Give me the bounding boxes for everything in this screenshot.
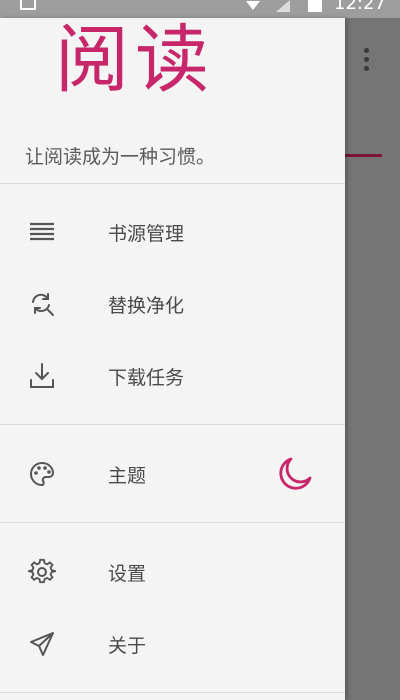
menu-item-about[interactable]: 关于 xyxy=(0,612,345,676)
list-icon xyxy=(30,222,54,241)
menu-item-label: 下载任务 xyxy=(108,367,185,389)
divider xyxy=(0,692,345,693)
menu-item-label: 设置 xyxy=(108,563,147,585)
status-bar: 12:27 xyxy=(0,0,400,18)
menu-item-theme[interactable]: 主题 xyxy=(0,442,345,506)
signal-icon xyxy=(276,0,290,12)
app-logo: 阅读 xyxy=(55,17,215,103)
menu-item-replace-rules[interactable]: 替换净化 xyxy=(0,272,345,336)
app-background-scrim[interactable] xyxy=(345,18,400,700)
moon-icon[interactable] xyxy=(275,454,315,494)
tab-indicator xyxy=(345,154,382,157)
divider xyxy=(0,183,345,184)
battery-icon xyxy=(308,0,322,12)
gear-icon xyxy=(28,558,56,584)
send-icon xyxy=(30,632,54,656)
divider xyxy=(0,522,345,523)
menu-item-book-sources[interactable]: 书源管理 xyxy=(0,200,345,264)
app-slogan: 让阅读成为一种习惯。 xyxy=(25,146,216,168)
status-time: 12:27 xyxy=(334,0,386,14)
palette-icon xyxy=(30,461,55,487)
menu-item-label: 关于 xyxy=(108,635,147,657)
divider xyxy=(0,424,345,425)
overflow-menu-icon[interactable] xyxy=(364,48,370,75)
image-notification-icon xyxy=(20,0,36,10)
download-icon xyxy=(30,363,54,388)
menu-item-label: 书源管理 xyxy=(108,223,185,245)
menu-item-settings[interactable]: 设置 xyxy=(0,540,345,604)
wifi-icon xyxy=(246,1,260,10)
menu-item-download-tasks[interactable]: 下载任务 xyxy=(0,344,345,408)
navigation-drawer: 阅读 让阅读成为一种习惯。 书源管理 替换净化 下载任务 主题 设置 关于 xyxy=(0,18,345,700)
menu-item-label: 替换净化 xyxy=(108,295,185,317)
replace-icon xyxy=(32,293,54,316)
menu-item-label: 主题 xyxy=(108,465,147,487)
